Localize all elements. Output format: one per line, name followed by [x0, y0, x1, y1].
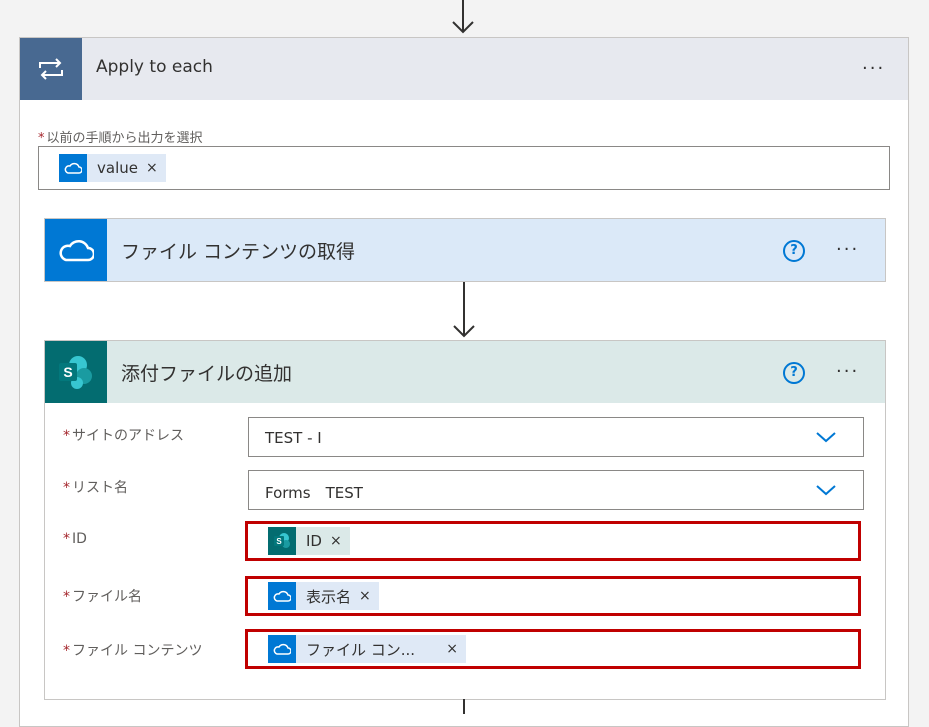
site-address-label: * サイトのアドレス: [63, 425, 184, 445]
get-file-content-header[interactable]: ファイル コンテンツの取得 ? ···: [45, 219, 885, 281]
svg-text:S: S: [63, 364, 72, 380]
site-address-dropdown[interactable]: TEST - I: [248, 417, 864, 457]
add-attachment-card: S 添付ファイルの追加 ? ··· * サイトのアドレス TEST - I * リス…: [44, 340, 886, 700]
id-label-text: ID: [72, 531, 87, 547]
sharepoint-icon: S: [45, 341, 107, 403]
chevron-down-icon: [816, 432, 836, 443]
value-token[interactable]: value ×: [59, 154, 166, 182]
onedrive-cloud-icon: [268, 635, 296, 663]
onedrive-cloud-icon: [268, 582, 296, 610]
required-marker: *: [63, 531, 70, 547]
get-file-content-card: ファイル コンテンツの取得 ? ···: [44, 218, 886, 282]
file-name-label-text: ファイル名: [72, 589, 142, 605]
id-label: * ID: [63, 531, 87, 547]
help-icon[interactable]: ?: [783, 362, 805, 384]
file-content-input[interactable]: ファイル コン... ×: [245, 629, 861, 669]
apply-to-each-more-button[interactable]: ···: [862, 60, 885, 78]
list-name-value: Forms TEST: [265, 484, 363, 502]
required-marker: *: [63, 428, 70, 444]
file-name-input[interactable]: 表示名 ×: [245, 576, 861, 616]
select-output-label: * 以前の手順から出力を選択: [38, 127, 203, 146]
required-marker: *: [63, 480, 70, 496]
svg-text:S: S: [276, 537, 282, 546]
apply-to-each-card: Apply to each ··· * 以前の手順から出力を選択 value × …: [19, 37, 909, 727]
file-content-token-label: ファイル コン...: [306, 640, 416, 659]
onedrive-cloud-icon: [45, 219, 107, 281]
value-token-remove-button[interactable]: ×: [146, 160, 158, 176]
file-name-label: * ファイル名: [63, 586, 142, 606]
list-name-label: * リスト名: [63, 477, 128, 497]
site-address-label-text: サイトのアドレス: [72, 428, 184, 444]
display-name-token-remove-button[interactable]: ×: [359, 588, 371, 604]
id-input[interactable]: S ID ×: [245, 521, 861, 561]
flow-arrow-middle: [453, 282, 475, 338]
add-attachment-header[interactable]: S 添付ファイルの追加 ? ···: [45, 341, 885, 403]
file-content-token[interactable]: ファイル コン... ×: [268, 635, 466, 663]
select-output-label-text: 以前の手順から出力を選択: [46, 131, 203, 146]
id-token-remove-button[interactable]: ×: [330, 533, 342, 549]
list-name-label-text: リスト名: [72, 480, 128, 496]
site-address-value: TEST - I: [265, 429, 322, 447]
select-output-input[interactable]: value ×: [38, 146, 890, 190]
file-content-label-text: ファイル コンテンツ: [72, 643, 203, 659]
onedrive-cloud-icon: [59, 154, 87, 182]
value-token-label: value: [97, 159, 138, 177]
id-token-label: ID: [306, 532, 322, 550]
sharepoint-icon: S: [268, 527, 296, 555]
loop-icon: [20, 38, 82, 100]
chevron-down-icon: [816, 485, 836, 496]
flow-arrow-bottom: [463, 699, 465, 714]
help-icon[interactable]: ?: [783, 240, 805, 262]
display-name-token-label: 表示名: [306, 587, 352, 606]
required-marker: *: [38, 131, 45, 146]
list-name-dropdown[interactable]: Forms TEST: [248, 470, 864, 510]
apply-to-each-header[interactable]: Apply to each ···: [20, 38, 908, 100]
add-attachment-title: 添付ファイルの追加: [121, 363, 293, 385]
file-content-token-remove-button[interactable]: ×: [446, 641, 458, 657]
file-content-label: * ファイル コンテンツ: [63, 640, 202, 660]
flow-arrow-top: [452, 0, 474, 34]
add-attachment-more-button[interactable]: ···: [836, 363, 859, 381]
id-token[interactable]: S ID ×: [268, 527, 350, 555]
required-marker: *: [63, 643, 70, 659]
display-name-token[interactable]: 表示名 ×: [268, 582, 379, 610]
get-file-content-more-button[interactable]: ···: [836, 241, 859, 259]
get-file-content-title: ファイル コンテンツの取得: [121, 241, 356, 263]
apply-to-each-title: Apply to each: [96, 57, 213, 77]
required-marker: *: [63, 589, 70, 605]
